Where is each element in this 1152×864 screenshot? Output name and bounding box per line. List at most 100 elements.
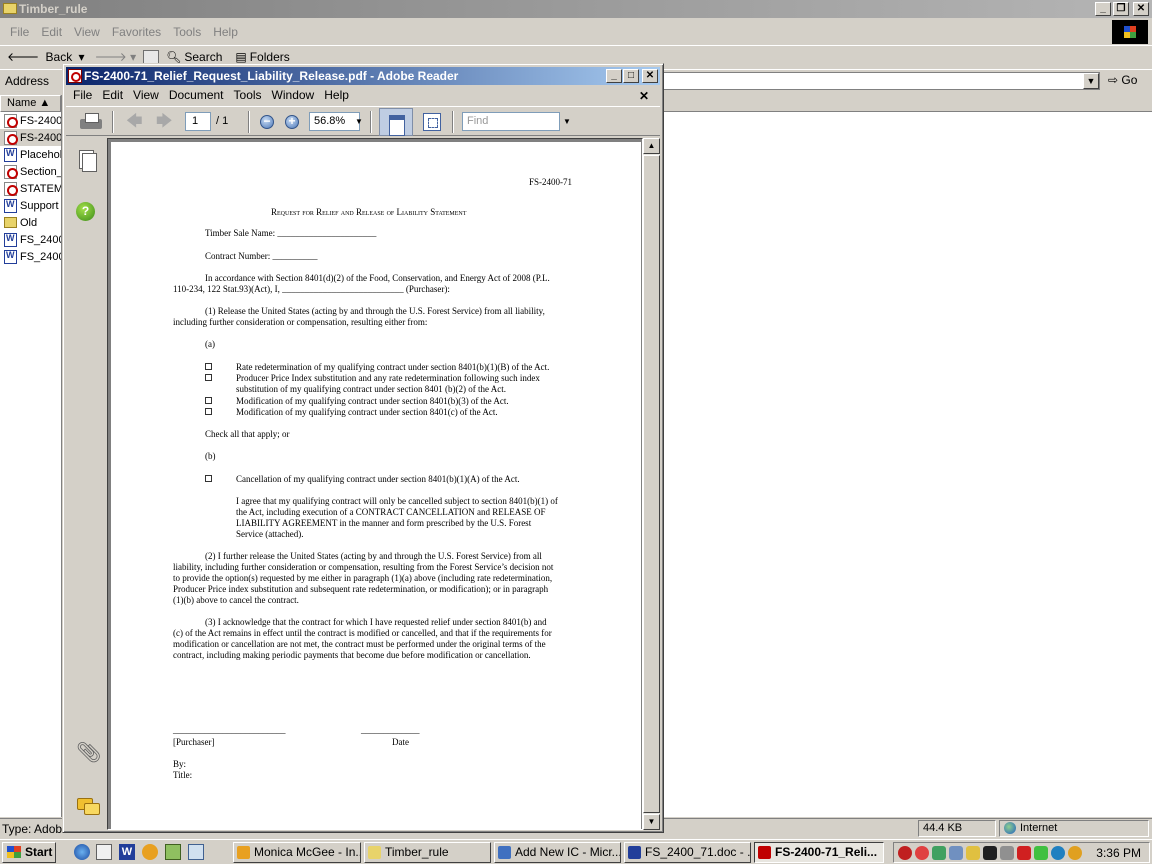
checkbox[interactable]: [205, 407, 212, 418]
list-item[interactable]: Placehol: [0, 146, 61, 163]
date-line: _____________: [361, 725, 420, 735]
checkbox[interactable]: [205, 373, 212, 384]
menu-help[interactable]: Help: [319, 86, 354, 105]
menu-edit[interactable]: Edit: [35, 21, 68, 43]
messenger-icon[interactable]: [1051, 846, 1065, 860]
task-fs-2400-doc[interactable]: FS_2400_71.doc - ...: [624, 842, 751, 863]
display-icon[interactable]: [1000, 846, 1014, 860]
menu-view[interactable]: View: [128, 86, 164, 105]
search-icon[interactable]: [188, 844, 204, 860]
go-button[interactable]: ⇨ Go: [1108, 73, 1137, 87]
menu-favorites[interactable]: Favorites: [106, 21, 167, 43]
zoom-dropdown-icon[interactable]: ▼: [355, 117, 363, 126]
volume-icon[interactable]: [1068, 846, 1082, 860]
menu-view[interactable]: View: [68, 21, 106, 43]
menu-help[interactable]: Help: [207, 21, 244, 43]
internet-explorer-icon[interactable]: [74, 844, 90, 860]
task-fs-2400-pdf[interactable]: FS-2400-71_Reli...: [754, 842, 884, 863]
zoom-out-icon[interactable]: −: [260, 115, 274, 129]
scroll-up-button[interactable]: ▲: [643, 138, 660, 154]
option-a-label: (a): [205, 339, 215, 349]
minimize-button[interactable]: _: [1095, 2, 1111, 16]
file-list-empty-area[interactable]: [663, 95, 1152, 817]
list-item[interactable]: Old: [0, 214, 61, 231]
menu-tools[interactable]: Tools: [167, 21, 207, 43]
document-viewport[interactable]: FS-2400-71 Request for Relief and Releas…: [107, 138, 643, 830]
reader-title-bar[interactable]: FS-2400-71_Relief_Request_Liability_Rele…: [66, 67, 660, 85]
toolbar-separator: [370, 111, 372, 133]
print-icon[interactable]: [80, 112, 102, 132]
reader-title: FS-2400-71_Relief_Request_Liability_Rele…: [84, 69, 459, 83]
list-item[interactable]: FS_2400: [0, 231, 61, 248]
menu-document[interactable]: Document: [164, 86, 229, 105]
update-icon[interactable]: [1034, 846, 1048, 860]
word-file-icon: [4, 147, 17, 162]
restore-button[interactable]: ❐: [1113, 2, 1129, 16]
option-text: Modification of my qualifying contract u…: [236, 396, 509, 406]
minimize-button[interactable]: _: [606, 69, 622, 83]
title-label: Title:: [173, 770, 193, 780]
flag-icon[interactable]: [1017, 846, 1031, 860]
security-icon[interactable]: [915, 846, 929, 860]
zoom-in-icon[interactable]: +: [285, 115, 299, 129]
list-item[interactable]: Support: [0, 197, 61, 214]
zoom-input[interactable]: 56.8%: [309, 112, 360, 131]
antivirus-icon[interactable]: [898, 846, 912, 860]
menu-file[interactable]: File: [4, 21, 35, 43]
checkbox[interactable]: [205, 362, 212, 373]
close-document-icon[interactable]: ✕: [634, 87, 654, 105]
list-item[interactable]: FS_2400: [0, 248, 61, 265]
attachments-icon[interactable]: 📎︎: [76, 742, 101, 764]
menu-tools[interactable]: Tools: [229, 86, 267, 105]
file-name: FS-2400: [20, 131, 61, 144]
notepad-icon[interactable]: [96, 844, 112, 860]
windows-logo-icon: [1112, 20, 1148, 44]
network-tray-icon[interactable]: [932, 846, 946, 860]
list-item[interactable]: STATEM: [0, 180, 61, 197]
address-input[interactable]: [662, 72, 1100, 90]
help-icon[interactable]: ?: [76, 202, 95, 221]
list-item[interactable]: Section_: [0, 163, 61, 180]
maximize-button[interactable]: □: [623, 69, 639, 83]
menu-window[interactable]: Window: [267, 86, 320, 105]
task-add-new-ic[interactable]: Add New IC - Micr...: [494, 842, 621, 863]
paragraph-1: (1) Release the United States (acting by…: [205, 306, 545, 316]
explorer-title-bar[interactable]: Timber_rule _ ❐ ✕: [0, 0, 1152, 18]
vertical-scrollbar[interactable]: ▲ ▼: [643, 138, 660, 830]
alert-icon[interactable]: [983, 846, 997, 860]
name-column-header[interactable]: Name ▲: [0, 95, 61, 112]
word-icon[interactable]: W: [119, 844, 135, 860]
network-icon[interactable]: [165, 844, 181, 860]
address-dropdown-button[interactable]: ▼: [1083, 73, 1099, 89]
reader-window-controls: _ □ ✕: [605, 69, 658, 83]
sync-icon[interactable]: [949, 846, 963, 860]
scroll-thumb[interactable]: [643, 155, 660, 813]
scroll-down-button[interactable]: ▼: [643, 814, 660, 830]
next-page-icon[interactable]: 🡆: [156, 114, 173, 130]
task-timber-rule[interactable]: Timber_rule: [364, 842, 491, 863]
page-number-input[interactable]: 1: [185, 112, 211, 131]
checkbox[interactable]: [205, 474, 212, 485]
menu-file[interactable]: File: [68, 86, 97, 105]
fit-width-button[interactable]: [379, 108, 413, 136]
find-dropdown-icon[interactable]: ▼: [563, 117, 571, 126]
previous-page-icon[interactable]: 🡄: [126, 114, 143, 130]
reader-toolbar: 🡄 🡆 1 / 1 − + 56.8% ▼ Find ▼: [66, 106, 660, 136]
fit-page-icon[interactable]: [423, 113, 441, 131]
task-monica-mcgee[interactable]: Monica McGee - In...: [233, 842, 361, 863]
list-item[interactable]: FS-2400: [0, 112, 61, 129]
find-input[interactable]: Find: [462, 112, 560, 131]
up-folder-icon[interactable]: [143, 49, 160, 64]
comments-icon[interactable]: [76, 796, 100, 818]
pencil-icon[interactable]: [966, 846, 980, 860]
option-text: Rate redetermination of my qualifying co…: [236, 362, 550, 372]
checkbox[interactable]: [205, 396, 212, 407]
menu-edit[interactable]: Edit: [97, 86, 128, 105]
pages-icon[interactable]: [76, 150, 98, 172]
groupwise-icon[interactable]: [142, 844, 158, 860]
list-item[interactable]: FS-2400: [0, 129, 61, 146]
task-label: FS-2400-71_Reli...: [775, 845, 878, 859]
close-button[interactable]: ✕: [642, 69, 658, 83]
start-button[interactable]: Start: [2, 842, 56, 863]
close-button[interactable]: ✕: [1133, 2, 1149, 16]
